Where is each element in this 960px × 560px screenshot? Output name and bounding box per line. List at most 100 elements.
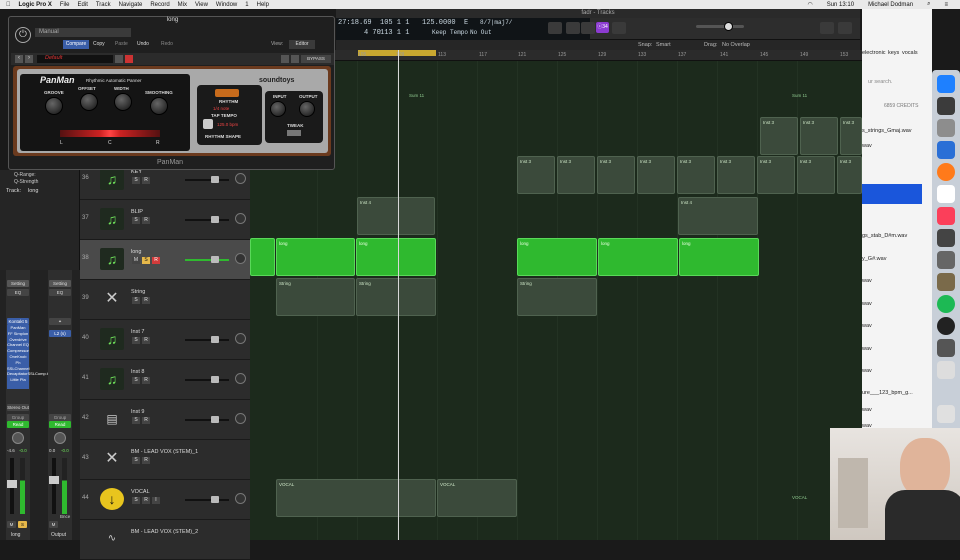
region-inst3[interactable]: Inst 3 bbox=[557, 156, 595, 194]
region-long[interactable]: long bbox=[276, 238, 355, 276]
next-preset-icon[interactable]: › bbox=[25, 55, 33, 63]
solo-button[interactable]: S bbox=[142, 257, 150, 264]
width-knob[interactable] bbox=[114, 93, 132, 111]
bar-ruler[interactable]: 105 109 113 117 121 125 129 133 137 141 … bbox=[250, 50, 862, 61]
volume-knob[interactable] bbox=[211, 336, 219, 343]
plugin-slot[interactable]: FF Simplon bbox=[7, 331, 29, 337]
volume-knob[interactable] bbox=[724, 22, 733, 31]
preset-menu[interactable]: Manual bbox=[35, 28, 131, 37]
region-inst3[interactable]: Inst 3 bbox=[517, 156, 555, 194]
solo-button[interactable]: S bbox=[132, 497, 140, 504]
region-string[interactable]: String bbox=[517, 278, 597, 316]
region-vocal[interactable]: VOCAL bbox=[790, 493, 820, 505]
pan-knob[interactable] bbox=[235, 173, 246, 184]
track-row[interactable]: 40 ♫ Inst 7 SR bbox=[80, 320, 250, 360]
app-icon[interactable] bbox=[937, 273, 955, 291]
record-button[interactable]: R bbox=[142, 297, 150, 304]
track-name[interactable]: Inst 7 bbox=[131, 329, 144, 335]
setting-button[interactable]: Setting bbox=[7, 280, 29, 287]
apple-icon[interactable]:  bbox=[6, 2, 11, 8]
notepad-button[interactable] bbox=[838, 22, 852, 34]
volume-knob[interactable] bbox=[211, 216, 219, 223]
pan-knob[interactable] bbox=[235, 493, 246, 504]
solo-button[interactable] bbox=[612, 22, 626, 34]
preview-icon[interactable] bbox=[937, 141, 955, 159]
sample-item[interactable]: s_strings_Gmaj.wav bbox=[862, 128, 912, 134]
region-long[interactable]: long bbox=[517, 238, 597, 276]
arrange-area[interactable]: Sum 11 Sum 11 Inst 3 Inst 3 Inst 3 Inst … bbox=[250, 61, 862, 540]
automation-read[interactable]: Read bbox=[49, 421, 71, 428]
track-name[interactable]: long bbox=[131, 249, 141, 255]
record-button[interactable]: R bbox=[142, 377, 150, 384]
pan-knob[interactable] bbox=[12, 432, 24, 444]
groove-knob[interactable] bbox=[45, 97, 63, 115]
track-row-selected[interactable]: 38 ♫ long MSR bbox=[80, 240, 250, 280]
master-volume-slider[interactable] bbox=[696, 22, 744, 31]
track-row[interactable]: 41 ♫ Inst 8 SR bbox=[80, 360, 250, 400]
region-inst4[interactable]: Inst 4 bbox=[678, 197, 758, 235]
inspector-track-value[interactable]: long bbox=[28, 188, 38, 194]
app-icon[interactable] bbox=[937, 361, 955, 379]
sample-item[interactable]: wav bbox=[862, 278, 872, 284]
trash-icon[interactable] bbox=[937, 405, 955, 423]
tag-electronic[interactable]: electronic bbox=[862, 50, 886, 56]
app-icon[interactable] bbox=[937, 339, 955, 357]
track-name[interactable]: String bbox=[131, 289, 145, 295]
solo-button[interactable]: S bbox=[132, 217, 140, 224]
sample-item[interactable]: wav bbox=[862, 143, 872, 149]
plugin-slot[interactable]: L2 (s) bbox=[49, 330, 71, 337]
rhythm-selector[interactable] bbox=[215, 89, 239, 97]
sample-item[interactable]: wav bbox=[862, 323, 872, 329]
view-menu[interactable]: Editor bbox=[289, 40, 315, 49]
rhythm-value[interactable]: 1/4 note bbox=[213, 106, 229, 111]
pan-knob[interactable] bbox=[235, 333, 246, 344]
menu-navigate[interactable]: Navigate bbox=[119, 2, 143, 8]
spotify-icon[interactable] bbox=[937, 295, 955, 313]
setting-button[interactable]: Setting bbox=[49, 280, 71, 287]
record-button[interactable]: R bbox=[142, 337, 150, 344]
group-slot[interactable]: Group bbox=[7, 414, 29, 421]
mute-button[interactable]: M bbox=[7, 521, 16, 528]
mute-button[interactable]: M bbox=[132, 257, 140, 264]
track-name[interactable]: BM - LEAD VOX (STEM)_1 bbox=[131, 449, 198, 455]
solo-button[interactable]: S bbox=[18, 521, 27, 528]
volume-fader[interactable] bbox=[49, 476, 59, 484]
region-inst4[interactable]: Inst 4 bbox=[357, 197, 435, 235]
menu-help[interactable]: Help bbox=[257, 2, 269, 8]
region-inst3[interactable]: Inst 3 bbox=[797, 156, 835, 194]
cpu-badge[interactable]: ⓒ34 bbox=[596, 22, 609, 33]
sample-item[interactable]: wav bbox=[862, 346, 872, 352]
record-button[interactable]: R bbox=[142, 217, 150, 224]
undo-button[interactable]: Undo bbox=[137, 40, 149, 49]
tap-tempo-button[interactable] bbox=[203, 119, 213, 129]
pan-knob[interactable] bbox=[235, 373, 246, 384]
mute-button[interactable]: M bbox=[49, 521, 58, 528]
region-string[interactable]: String bbox=[276, 278, 355, 316]
selected-sample-highlight[interactable] bbox=[862, 184, 922, 204]
region-inst3[interactable]: Inst 3 bbox=[837, 156, 862, 194]
sample-item[interactable]: wav bbox=[862, 407, 872, 413]
record-button[interactable]: R bbox=[142, 177, 150, 184]
solo-button[interactable]: S bbox=[132, 457, 140, 464]
region-long[interactable]: long bbox=[679, 238, 759, 276]
tuner-button[interactable] bbox=[581, 22, 595, 34]
settings-icon[interactable] bbox=[291, 55, 299, 63]
group-slot[interactable]: Group bbox=[49, 414, 71, 421]
tag-keys[interactable]: keys bbox=[888, 50, 899, 56]
help-icon[interactable] bbox=[281, 55, 289, 63]
track-volume[interactable] bbox=[185, 256, 229, 263]
track-volume[interactable] bbox=[185, 336, 229, 343]
region-inst3[interactable]: Inst 3 bbox=[757, 156, 795, 194]
firefox-icon[interactable] bbox=[937, 163, 955, 181]
track-name[interactable]: VOCAL bbox=[131, 489, 150, 495]
photos-icon[interactable] bbox=[937, 97, 955, 115]
calendar-icon[interactable] bbox=[937, 185, 955, 203]
plugin-list[interactable]: PanMan FF Simplon Overdrive Channel EQ C… bbox=[7, 325, 50, 389]
bypass-button[interactable]: BYPASS bbox=[301, 55, 331, 63]
solo-button[interactable]: S bbox=[132, 297, 140, 304]
output-knob[interactable] bbox=[299, 101, 315, 117]
solo-button[interactable]: S bbox=[132, 417, 140, 424]
track-volume[interactable] bbox=[185, 416, 229, 423]
region-long[interactable]: long bbox=[598, 238, 678, 276]
region-long[interactable]: long bbox=[356, 238, 436, 276]
